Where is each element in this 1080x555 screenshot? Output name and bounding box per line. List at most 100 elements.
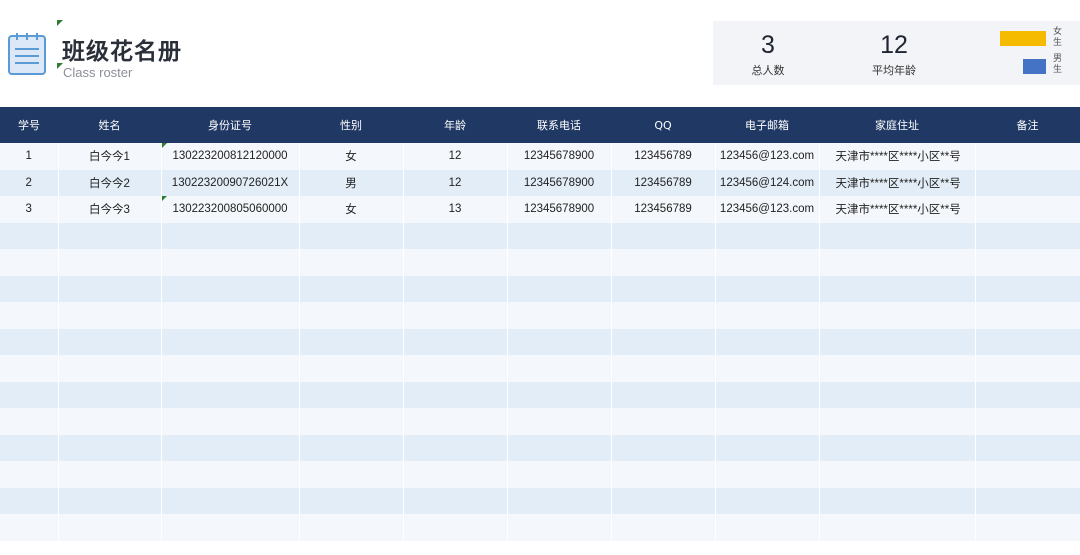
empty-cell[interactable] xyxy=(161,275,300,302)
empty-cell[interactable] xyxy=(975,249,1080,276)
table-cell[interactable]: 天津市****区****小区**号 xyxy=(819,143,976,170)
empty-cell[interactable] xyxy=(0,434,59,461)
empty-cell[interactable] xyxy=(403,514,508,541)
empty-cell[interactable] xyxy=(975,434,1080,461)
empty-cell[interactable] xyxy=(715,381,820,408)
table-cell[interactable]: 白今今3 xyxy=(58,196,162,223)
empty-cell[interactable] xyxy=(611,328,716,355)
column-header[interactable]: 学号 xyxy=(0,107,58,143)
empty-cell[interactable] xyxy=(715,434,820,461)
empty-cell[interactable] xyxy=(715,514,820,541)
table-cell[interactable]: 1 xyxy=(0,143,59,170)
empty-cell[interactable] xyxy=(507,461,612,488)
table-cell[interactable]: 女 xyxy=(299,196,404,223)
empty-cell[interactable] xyxy=(299,461,404,488)
empty-cell[interactable] xyxy=(507,381,612,408)
column-header[interactable]: 电子邮箱 xyxy=(715,107,819,143)
empty-cell[interactable] xyxy=(975,461,1080,488)
empty-cell[interactable] xyxy=(507,275,612,302)
empty-cell[interactable] xyxy=(611,408,716,435)
empty-cell[interactable] xyxy=(58,461,162,488)
table-cell[interactable] xyxy=(975,169,1080,196)
table-cell[interactable]: 123456@123.com xyxy=(715,196,820,223)
table-cell[interactable] xyxy=(975,143,1080,170)
table-cell[interactable]: 123456789 xyxy=(611,143,716,170)
empty-cell[interactable] xyxy=(299,249,404,276)
empty-cell[interactable] xyxy=(507,302,612,329)
empty-cell[interactable] xyxy=(58,275,162,302)
empty-cell[interactable] xyxy=(975,222,1080,249)
empty-cell[interactable] xyxy=(299,381,404,408)
table-cell[interactable]: 3 xyxy=(0,196,59,223)
table-cell[interactable]: 123456@124.com xyxy=(715,169,820,196)
table-cell[interactable]: 13022320090726021X xyxy=(161,169,300,196)
empty-cell[interactable] xyxy=(975,487,1080,514)
empty-cell[interactable] xyxy=(0,222,59,249)
empty-cell[interactable] xyxy=(611,434,716,461)
table-cell[interactable]: 12345678900 xyxy=(507,143,612,170)
empty-cell[interactable] xyxy=(58,408,162,435)
empty-cell[interactable] xyxy=(0,355,59,382)
column-header[interactable]: 联系电话 xyxy=(507,107,611,143)
empty-cell[interactable] xyxy=(403,275,508,302)
empty-cell[interactable] xyxy=(58,381,162,408)
column-header[interactable]: QQ xyxy=(611,107,715,143)
column-header[interactable]: 身份证号 xyxy=(161,107,299,143)
empty-cell[interactable] xyxy=(161,328,300,355)
empty-cell[interactable] xyxy=(975,328,1080,355)
empty-cell[interactable] xyxy=(299,355,404,382)
empty-cell[interactable] xyxy=(0,249,59,276)
column-header[interactable]: 年龄 xyxy=(403,107,507,143)
table-cell[interactable]: 男 xyxy=(299,169,404,196)
empty-cell[interactable] xyxy=(507,514,612,541)
empty-cell[interactable] xyxy=(161,381,300,408)
empty-cell[interactable] xyxy=(403,381,508,408)
empty-cell[interactable] xyxy=(715,355,820,382)
empty-cell[interactable] xyxy=(611,487,716,514)
table-cell[interactable] xyxy=(975,196,1080,223)
empty-cell[interactable] xyxy=(715,487,820,514)
empty-cell[interactable] xyxy=(0,487,59,514)
empty-cell[interactable] xyxy=(161,355,300,382)
empty-cell[interactable] xyxy=(715,275,820,302)
empty-cell[interactable] xyxy=(975,408,1080,435)
empty-cell[interactable] xyxy=(0,408,59,435)
empty-cell[interactable] xyxy=(507,222,612,249)
empty-cell[interactable] xyxy=(611,461,716,488)
empty-cell[interactable] xyxy=(611,514,716,541)
empty-cell[interactable] xyxy=(611,275,716,302)
empty-cell[interactable] xyxy=(58,514,162,541)
empty-cell[interactable] xyxy=(403,434,508,461)
empty-cell[interactable] xyxy=(161,302,300,329)
empty-cell[interactable] xyxy=(403,487,508,514)
column-header[interactable]: 家庭住址 xyxy=(819,107,975,143)
empty-cell[interactable] xyxy=(58,328,162,355)
empty-cell[interactable] xyxy=(161,408,300,435)
empty-cell[interactable] xyxy=(507,434,612,461)
empty-cell[interactable] xyxy=(715,408,820,435)
empty-cell[interactable] xyxy=(0,514,59,541)
empty-cell[interactable] xyxy=(299,328,404,355)
table-cell[interactable]: 12345678900 xyxy=(507,169,612,196)
empty-cell[interactable] xyxy=(975,302,1080,329)
empty-cell[interactable] xyxy=(819,249,976,276)
table-cell[interactable]: 130223200805060000 xyxy=(161,196,300,223)
empty-cell[interactable] xyxy=(611,222,716,249)
empty-cell[interactable] xyxy=(299,487,404,514)
empty-cell[interactable] xyxy=(58,434,162,461)
empty-cell[interactable] xyxy=(299,434,404,461)
empty-cell[interactable] xyxy=(975,381,1080,408)
empty-cell[interactable] xyxy=(161,222,300,249)
empty-cell[interactable] xyxy=(58,222,162,249)
empty-cell[interactable] xyxy=(0,275,59,302)
empty-cell[interactable] xyxy=(161,487,300,514)
empty-cell[interactable] xyxy=(975,275,1080,302)
empty-cell[interactable] xyxy=(403,408,508,435)
table-cell[interactable]: 130223200812120000 xyxy=(161,143,300,170)
empty-cell[interactable] xyxy=(507,487,612,514)
empty-cell[interactable] xyxy=(975,514,1080,541)
empty-cell[interactable] xyxy=(819,275,976,302)
empty-cell[interactable] xyxy=(715,249,820,276)
column-header[interactable]: 备注 xyxy=(975,107,1080,143)
empty-cell[interactable] xyxy=(507,355,612,382)
